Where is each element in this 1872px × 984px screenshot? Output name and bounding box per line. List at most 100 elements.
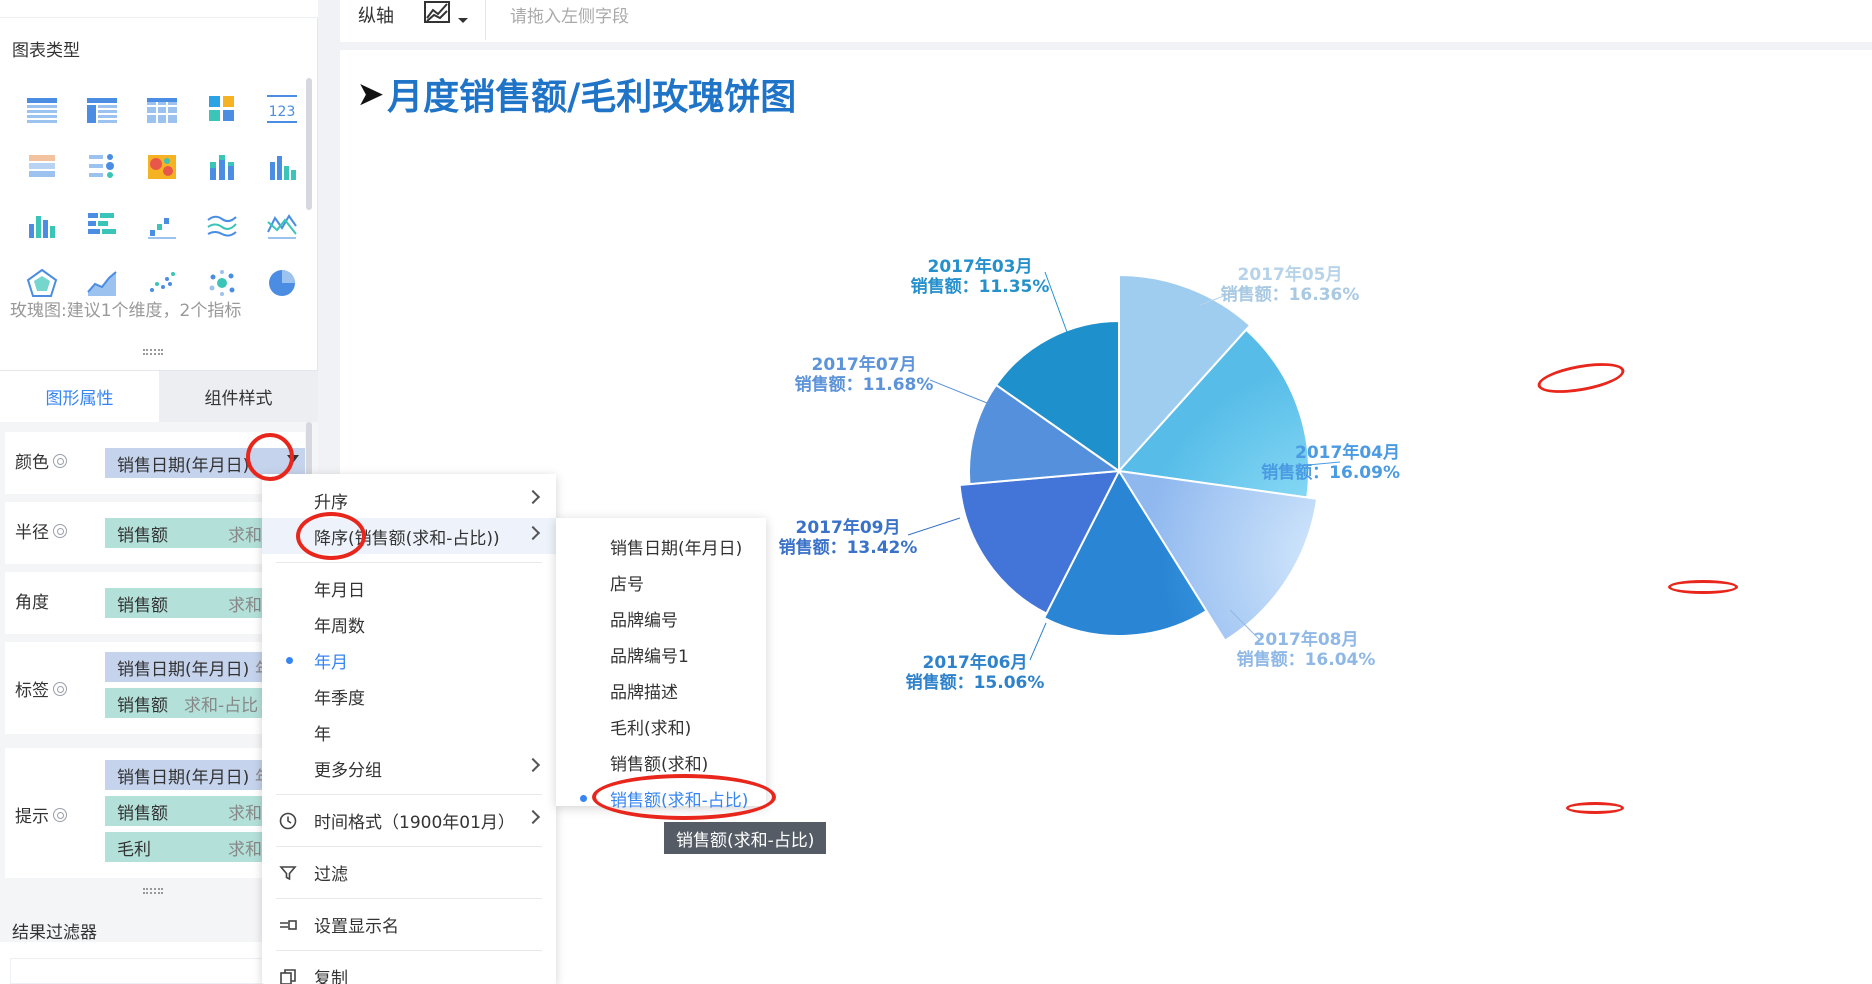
toolbar-divider <box>485 0 486 40</box>
step-chart-icon[interactable] <box>132 196 192 254</box>
cross-table-icon[interactable] <box>132 80 192 138</box>
chart-type-selector[interactable] <box>422 0 474 30</box>
label-field2-agg: 求和-占比 <box>184 695 259 716</box>
tooltip-field2-name: 销售额 <box>117 803 168 824</box>
tab-graph-properties[interactable]: 图形属性 <box>0 371 159 422</box>
pie-icon[interactable] <box>252 254 312 312</box>
resize-grip[interactable] <box>143 349 163 355</box>
year-month-label: 年月 <box>314 652 348 673</box>
angle-field-name: 销售额 <box>117 595 168 616</box>
angle-row: 角度 销售额 求和 <box>5 572 315 634</box>
annotation-circle-dropdown <box>246 433 294 481</box>
axis-toolbar: 纵轴 请拖入左侧字段 <box>340 0 1872 42</box>
result-filter-title: 结果过滤器 <box>12 923 97 943</box>
submenu-item[interactable]: 品牌编号1 <box>556 636 766 672</box>
number-card-icon[interactable]: 123 <box>252 80 312 138</box>
annotation-circle-descending <box>296 512 366 560</box>
slice-label-value: 销售额：13.42% <box>779 537 918 558</box>
hover-tooltip: 销售额(求和-占比) <box>664 822 827 854</box>
menu-item-rename[interactable]: 设置显示名 <box>262 906 556 942</box>
slice-label-value: 销售额：16.04% <box>1237 649 1376 670</box>
menu-item-ascending[interactable]: 升序 <box>262 482 556 518</box>
label-label: 标签 <box>15 681 49 701</box>
chart-type-hint: 玫瑰图:建议1个维度，2个指标 <box>10 301 242 321</box>
chevron-right-icon <box>525 525 541 541</box>
slice-label-category: 2017年05月 <box>1238 264 1343 285</box>
tooltip-row: 提示 销售日期(年月日) 年 销售额 求和 毛利 求和 <box>5 748 315 878</box>
color-field-name: 销售日期(年月日) <box>117 455 250 476</box>
annotation-underline-0409 <box>1668 580 1738 594</box>
menu-divider <box>276 950 542 951</box>
multi-line-icon[interactable] <box>192 196 252 254</box>
kpi-matrix-icon[interactable] <box>192 80 252 138</box>
tab-component-style[interactable]: 组件样式 <box>159 371 318 422</box>
gear-icon[interactable] <box>53 453 67 468</box>
selected-dot-icon <box>286 657 293 664</box>
menu-item-year-month[interactable]: 年月 <box>262 642 556 678</box>
menu-item-filter[interactable]: 过滤 <box>262 854 556 890</box>
stacked-bar-icon[interactable] <box>192 138 252 196</box>
menu-item-more-groups[interactable]: 更多分组 <box>262 750 556 786</box>
rose-slices <box>958 273 1319 642</box>
filter-label: 过滤 <box>314 864 348 885</box>
chart-type-scrollbar[interactable] <box>306 78 312 210</box>
slice-label-category: 2017年03月 <box>928 256 1033 277</box>
annotation-circle-selected-sort <box>592 774 776 820</box>
chevron-right-icon <box>525 757 541 773</box>
clock-icon <box>279 812 297 830</box>
table-icon[interactable] <box>12 80 72 138</box>
menu-item-copy[interactable]: 复制 <box>262 958 556 984</box>
menu-item-time-format[interactable]: 时间格式（1900年01月） <box>262 802 556 838</box>
panel-top-strip <box>0 0 318 18</box>
gear-icon[interactable] <box>53 681 67 696</box>
copy-icon <box>280 969 296 984</box>
gear-icon[interactable] <box>53 523 67 538</box>
gear-icon[interactable] <box>53 807 67 822</box>
chart-type-grid: 123 <box>12 80 302 312</box>
label-leader-line <box>907 517 961 536</box>
submenu-item[interactable]: 店号 <box>556 564 766 600</box>
tooltip-field3-name: 毛利 <box>117 839 151 860</box>
year-week-label: 年周数 <box>314 616 365 637</box>
slice-label-value: 销售额：11.68% <box>795 374 934 395</box>
submenu-item[interactable]: 品牌描述 <box>556 672 766 708</box>
time-format-label: 时间格式（1900年01月） <box>314 812 515 833</box>
label-leader-line <box>929 379 993 406</box>
chevron-right-icon <box>525 489 541 505</box>
radius-label: 半径 <box>15 523 49 543</box>
text-table-icon[interactable] <box>12 138 72 196</box>
radius-field-agg: 求和 <box>228 525 262 546</box>
tooltip-field3-agg: 求和 <box>228 839 262 860</box>
slice-label-category: 2017年06月 <box>923 652 1028 673</box>
menu-item-year[interactable]: 年 <box>262 714 556 750</box>
resize-grip[interactable] <box>143 888 163 894</box>
rename-label: 设置显示名 <box>314 916 399 937</box>
chart-type-title: 图表类型 <box>12 41 80 61</box>
menu-divider <box>276 562 542 563</box>
label-leader-line <box>1029 622 1047 661</box>
rose-pie-chart: 2017年05月销售额：16.36% 2017年04月销售额：16.09% 2017… <box>779 256 1400 693</box>
year-quarter-label: 年季度 <box>314 688 365 709</box>
submenu-item[interactable]: 销售日期(年月日) <box>556 528 766 564</box>
tooltip-field2-agg: 求和 <box>228 803 262 824</box>
line-chart-icon <box>424 1 468 23</box>
menu-item-ymd[interactable]: 年月日 <box>262 570 556 606</box>
line-chart-icon[interactable] <box>252 196 312 254</box>
result-filter-dropzone[interactable] <box>10 958 300 984</box>
bar-chart-icon[interactable] <box>12 196 72 254</box>
property-scrollbar[interactable] <box>306 422 312 482</box>
grouped-table-icon[interactable] <box>72 80 132 138</box>
menu-item-year-week[interactable]: 年周数 <box>262 606 556 642</box>
submenu-item[interactable]: 品牌编号 <box>556 600 766 636</box>
submenu-item[interactable]: 毛利(求和) <box>556 708 766 744</box>
axis-dropzone[interactable]: 请拖入左侧字段 <box>510 2 629 27</box>
horizontal-bar-icon[interactable] <box>72 196 132 254</box>
dot-table-icon[interactable] <box>72 138 132 196</box>
radius-field-name: 销售额 <box>117 525 168 546</box>
heatmap-icon[interactable] <box>132 138 192 196</box>
menu-item-year-quarter[interactable]: 年季度 <box>262 678 556 714</box>
column-bar-icon[interactable] <box>252 138 312 196</box>
tooltip-field1-name: 销售日期(年月日) <box>117 767 250 788</box>
slice-label-value: 销售额：15.06% <box>906 672 1045 693</box>
filter-icon <box>279 866 297 881</box>
